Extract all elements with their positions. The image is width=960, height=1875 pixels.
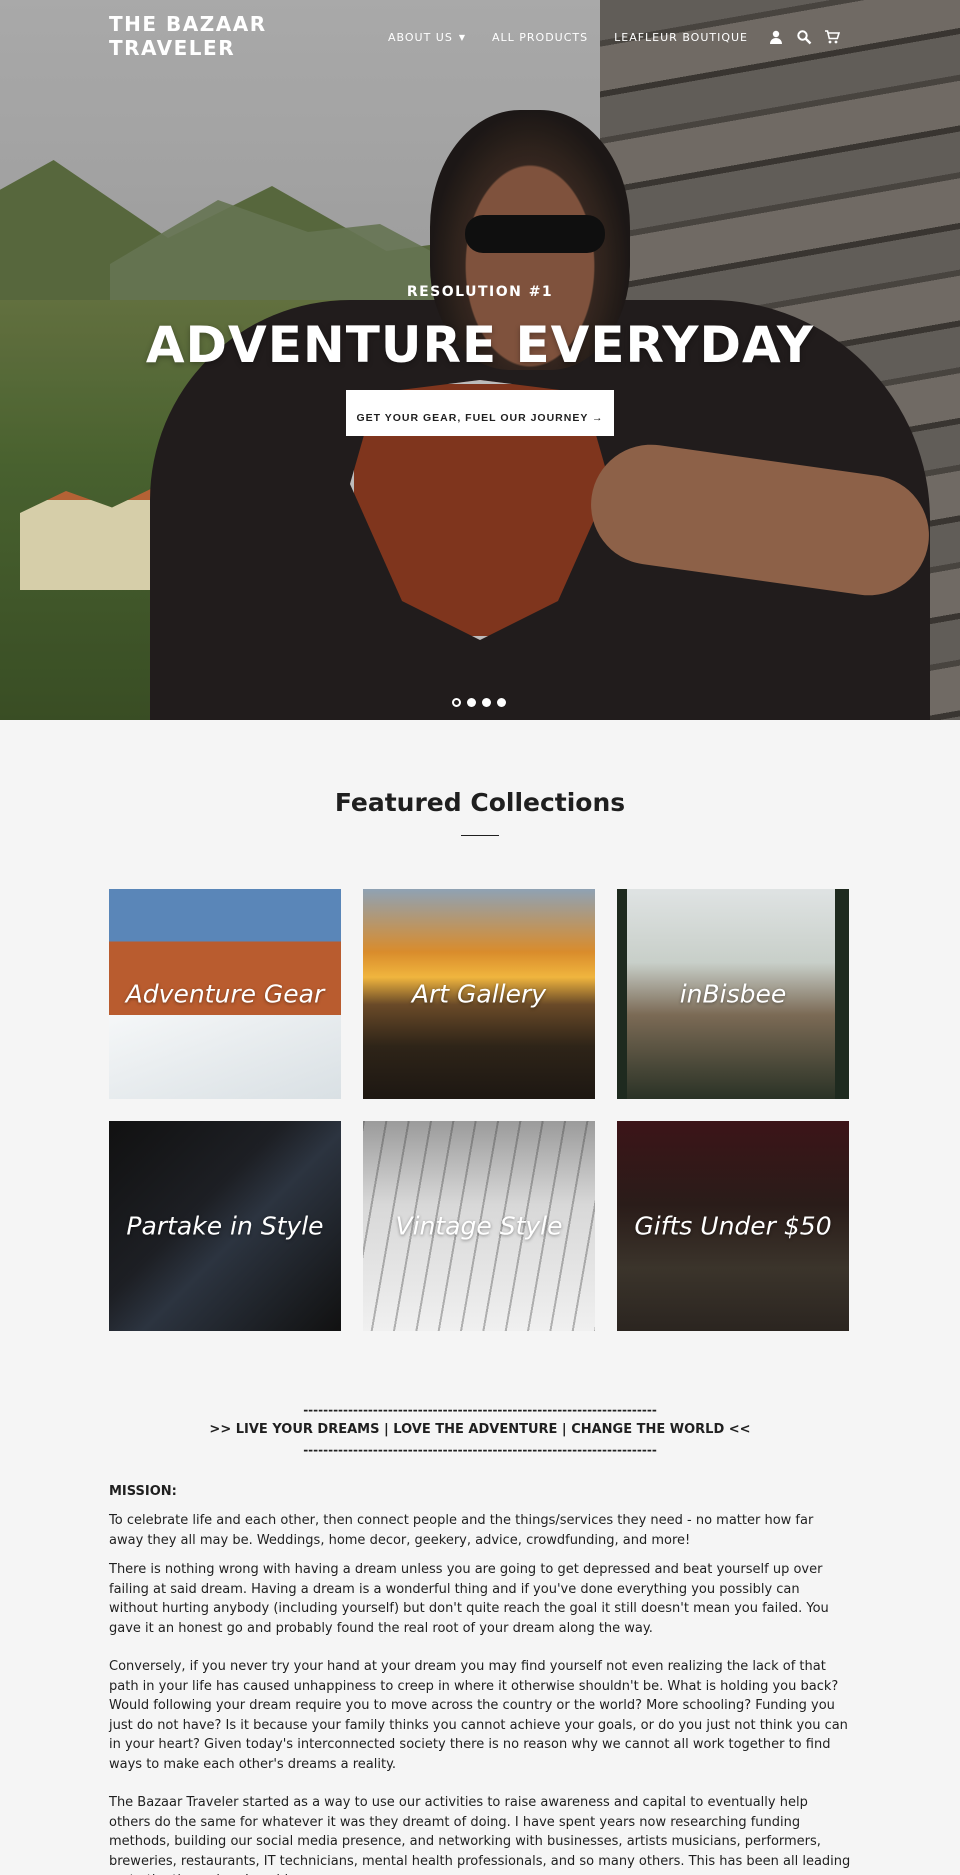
collection-tile-inbisbee[interactable]: inBisbee: [617, 889, 849, 1099]
motto: >> LIVE YOUR DREAMS | LOVE THE ADVENTURE…: [209, 1422, 751, 1437]
user-icon[interactable]: [768, 29, 784, 45]
slide-dot-2[interactable]: [467, 698, 476, 707]
collection-label: inBisbee: [679, 979, 787, 1009]
collection-label: Vintage Style: [395, 1211, 563, 1241]
nav-item-about-us[interactable]: ABOUT US ▼: [388, 31, 466, 44]
hero-heading: ADVENTURE EVERYDAY: [145, 316, 815, 374]
nav-item-leafleur-boutique[interactable]: LEAFLEUR BOUTIQUE: [614, 31, 748, 44]
chevron-down-icon: ▼: [458, 33, 466, 42]
slideshow-dots: [452, 698, 512, 707]
hero-slideshow: THE BAZAAR TRAVELER ABOUT US ▼ ALL PRODUC…: [0, 0, 960, 720]
hero-subheading: RESOLUTION #1: [406, 284, 554, 300]
collection-tile-vintage-style[interactable]: Vintage Style: [363, 1121, 595, 1331]
slide-dot-4[interactable]: [497, 698, 506, 707]
about-section: ----------------------------------------…: [109, 1402, 851, 1875]
slide-dot-1[interactable]: [452, 698, 461, 707]
mission-label: MISSION:: [109, 1484, 177, 1499]
about-paragraph: Conversely, if you never try your hand a…: [109, 1659, 848, 1772]
main-nav: ABOUT US ▼ ALL PRODUCTS LEAFLEUR BOUTIQUE: [388, 29, 852, 45]
about-paragraph: There is nothing wrong with having a dre…: [109, 1562, 829, 1636]
title-divider: [461, 835, 499, 836]
cart-icon[interactable]: [824, 29, 841, 45]
collection-tile-partake-in-style[interactable]: Partake in Style: [109, 1121, 341, 1331]
search-icon[interactable]: [796, 29, 812, 45]
collection-label: Adventure Gear: [125, 979, 325, 1009]
mission-paragraph: To celebrate life and each other, then c…: [109, 1513, 814, 1548]
nav-item-all-products[interactable]: ALL PRODUCTS: [492, 31, 588, 44]
nav-item-label: ABOUT US: [388, 30, 453, 44]
dashed-divider-bottom: ----------------------------------------…: [303, 1443, 657, 1457]
collection-grid: Adventure Gear Art Gallery inBisbee Part…: [109, 889, 849, 1331]
featured-collections-title: Featured Collections: [334, 788, 626, 817]
about-paragraph: The Bazaar Traveler started as a way to …: [109, 1795, 851, 1875]
collection-tile-art-gallery[interactable]: Art Gallery: [363, 889, 595, 1099]
collection-label: Art Gallery: [411, 979, 547, 1009]
collection-tile-gifts-under-50[interactable]: Gifts Under $50: [617, 1121, 849, 1331]
hero-cta-button[interactable]: GET YOUR GEAR, FUEL OUR JOURNEY →: [346, 390, 614, 436]
site-title[interactable]: THE BAZAAR TRAVELER: [109, 12, 329, 60]
collection-label: Gifts Under $50: [634, 1211, 832, 1241]
dashed-divider-top: ----------------------------------------…: [303, 1403, 657, 1417]
collection-tile-adventure-gear[interactable]: Adventure Gear: [109, 889, 341, 1099]
slide-dot-3[interactable]: [482, 698, 491, 707]
collection-label: Partake in Style: [126, 1211, 324, 1241]
